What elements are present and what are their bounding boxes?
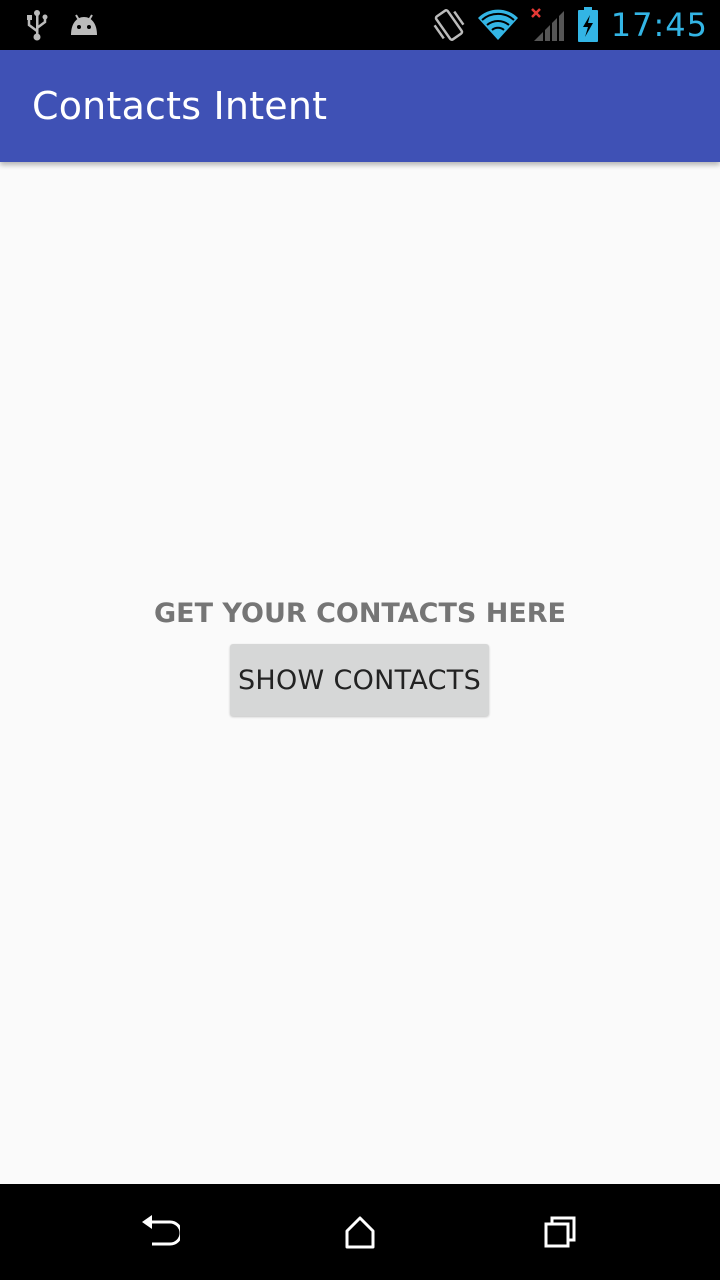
recents-button[interactable]: [536, 1208, 584, 1256]
battery-charging-icon: [577, 7, 599, 43]
signal-no-service-icon: [530, 8, 565, 42]
status-time: 17:45: [610, 6, 708, 44]
home-button[interactable]: [336, 1208, 384, 1256]
contacts-prompt-text: GET YOUR CONTACTS HERE: [153, 598, 566, 629]
vibrate-icon: [433, 7, 465, 43]
show-contacts-button[interactable]: SHOW CONTACTS: [230, 644, 489, 716]
wifi-icon: [477, 9, 519, 41]
main-content: GET YOUR CONTACTS HERE SHOW CONTACTS: [0, 162, 720, 1184]
navigation-bar: [0, 1184, 720, 1280]
home-icon: [343, 1215, 377, 1249]
app-title: Contacts Intent: [32, 84, 328, 128]
usb-icon: [24, 9, 50, 41]
screen: 17:45 Contacts Intent GET YOUR CONTACTS …: [0, 0, 720, 1280]
app-bar: Contacts Intent: [0, 50, 720, 162]
android-debug-icon: [68, 13, 100, 37]
back-icon: [140, 1214, 180, 1250]
status-left-icons: [24, 9, 100, 41]
recents-icon: [543, 1215, 577, 1249]
back-button[interactable]: [136, 1208, 184, 1256]
status-right-icons: 17:45: [433, 5, 708, 45]
status-bar: 17:45: [0, 0, 720, 50]
